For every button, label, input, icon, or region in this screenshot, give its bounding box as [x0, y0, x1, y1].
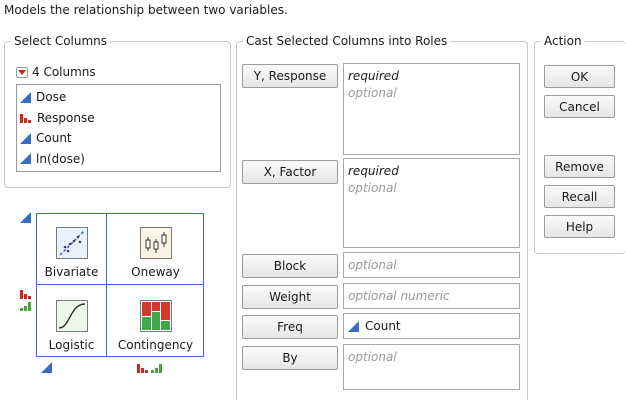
ok-button[interactable]: OK: [544, 65, 615, 88]
role-optional-text: optional: [348, 181, 397, 195]
continuous-x-icon: [41, 362, 52, 373]
recall-button[interactable]: Recall: [544, 185, 615, 208]
platform-label: Logistic: [48, 338, 95, 352]
freq-button[interactable]: Freq: [242, 315, 338, 339]
select-columns-legend: Select Columns: [14, 34, 108, 48]
platform-cell-contingency[interactable]: Contingency: [107, 285, 204, 357]
block-button[interactable]: Block: [242, 254, 338, 278]
ordinal-y-icon: [20, 300, 32, 311]
role-optional-text: optional: [348, 258, 397, 272]
column-count-header[interactable]: 4 Columns: [16, 65, 96, 79]
role-optional-text: optional numeric: [348, 289, 450, 303]
platform-grid: Bivariate Oneway Logistic Contingency: [36, 213, 204, 357]
role-required-text: required: [348, 69, 399, 83]
freq-role-box[interactable]: Count: [343, 313, 520, 339]
ordinal-x-icon: [151, 362, 163, 373]
role-optional-text: optional: [348, 350, 397, 364]
by-button[interactable]: By: [242, 346, 338, 370]
role-optional-text: optional: [348, 86, 397, 100]
bivariate-scatter-icon: [55, 227, 88, 259]
column-item-dose[interactable]: Dose: [20, 87, 217, 108]
continuous-icon: [20, 132, 31, 144]
weight-button[interactable]: Weight: [242, 285, 338, 309]
platform-label: Contingency: [117, 338, 194, 352]
y-response-role-box[interactable]: required optional: [343, 63, 520, 155]
platform-label: Oneway: [131, 265, 180, 279]
logistic-curve-icon: [55, 300, 88, 332]
column-item-ln-dose[interactable]: ln(dose): [20, 149, 217, 170]
platform-label: Bivariate: [44, 265, 99, 279]
column-name: Response: [37, 110, 95, 125]
freq-assigned-column[interactable]: Count: [348, 319, 401, 333]
column-name: ln(dose): [36, 151, 85, 166]
nominal-icon: [20, 112, 32, 124]
contingency-mosaic-icon: [139, 300, 172, 332]
column-item-response[interactable]: Response: [20, 108, 217, 129]
oneway-boxplot-icon: [139, 227, 172, 259]
nominal-x-icon: [137, 362, 149, 373]
nominal-y-icon: [20, 288, 32, 299]
column-name: Count: [36, 131, 72, 146]
column-item-count[interactable]: Count: [20, 128, 217, 149]
cancel-button[interactable]: Cancel: [544, 95, 615, 118]
role-required-text: required: [348, 164, 399, 178]
by-role-box[interactable]: optional: [343, 344, 520, 390]
column-list[interactable]: Dose Response Count ln(dose): [16, 84, 221, 172]
y-response-button[interactable]: Y, Response: [242, 64, 338, 88]
platform-cell-oneway[interactable]: Oneway: [107, 214, 204, 285]
continuous-icon: [20, 91, 31, 103]
x-factor-role-box[interactable]: required optional: [343, 158, 520, 248]
freq-column-name: Count: [365, 319, 401, 333]
column-name: Dose: [36, 90, 67, 105]
platform-cell-bivariate[interactable]: Bivariate: [37, 214, 107, 285]
column-count-label: 4 Columns: [32, 65, 96, 79]
x-factor-button[interactable]: X, Factor: [242, 160, 338, 184]
continuous-y-icon: [20, 212, 31, 223]
platform-cell-logistic[interactable]: Logistic: [37, 285, 107, 357]
red-triangle-menu-icon[interactable]: [16, 66, 28, 78]
dialog-description: Models the relationship between two vari…: [4, 3, 288, 17]
weight-role-box[interactable]: optional numeric: [343, 283, 520, 309]
block-role-box[interactable]: optional: [343, 252, 520, 278]
continuous-icon: [20, 153, 31, 165]
remove-button[interactable]: Remove: [544, 155, 615, 178]
continuous-icon: [348, 320, 359, 332]
action-legend: Action: [544, 34, 582, 48]
cast-roles-legend: Cast Selected Columns into Roles: [246, 34, 448, 48]
help-button[interactable]: Help: [544, 215, 615, 238]
